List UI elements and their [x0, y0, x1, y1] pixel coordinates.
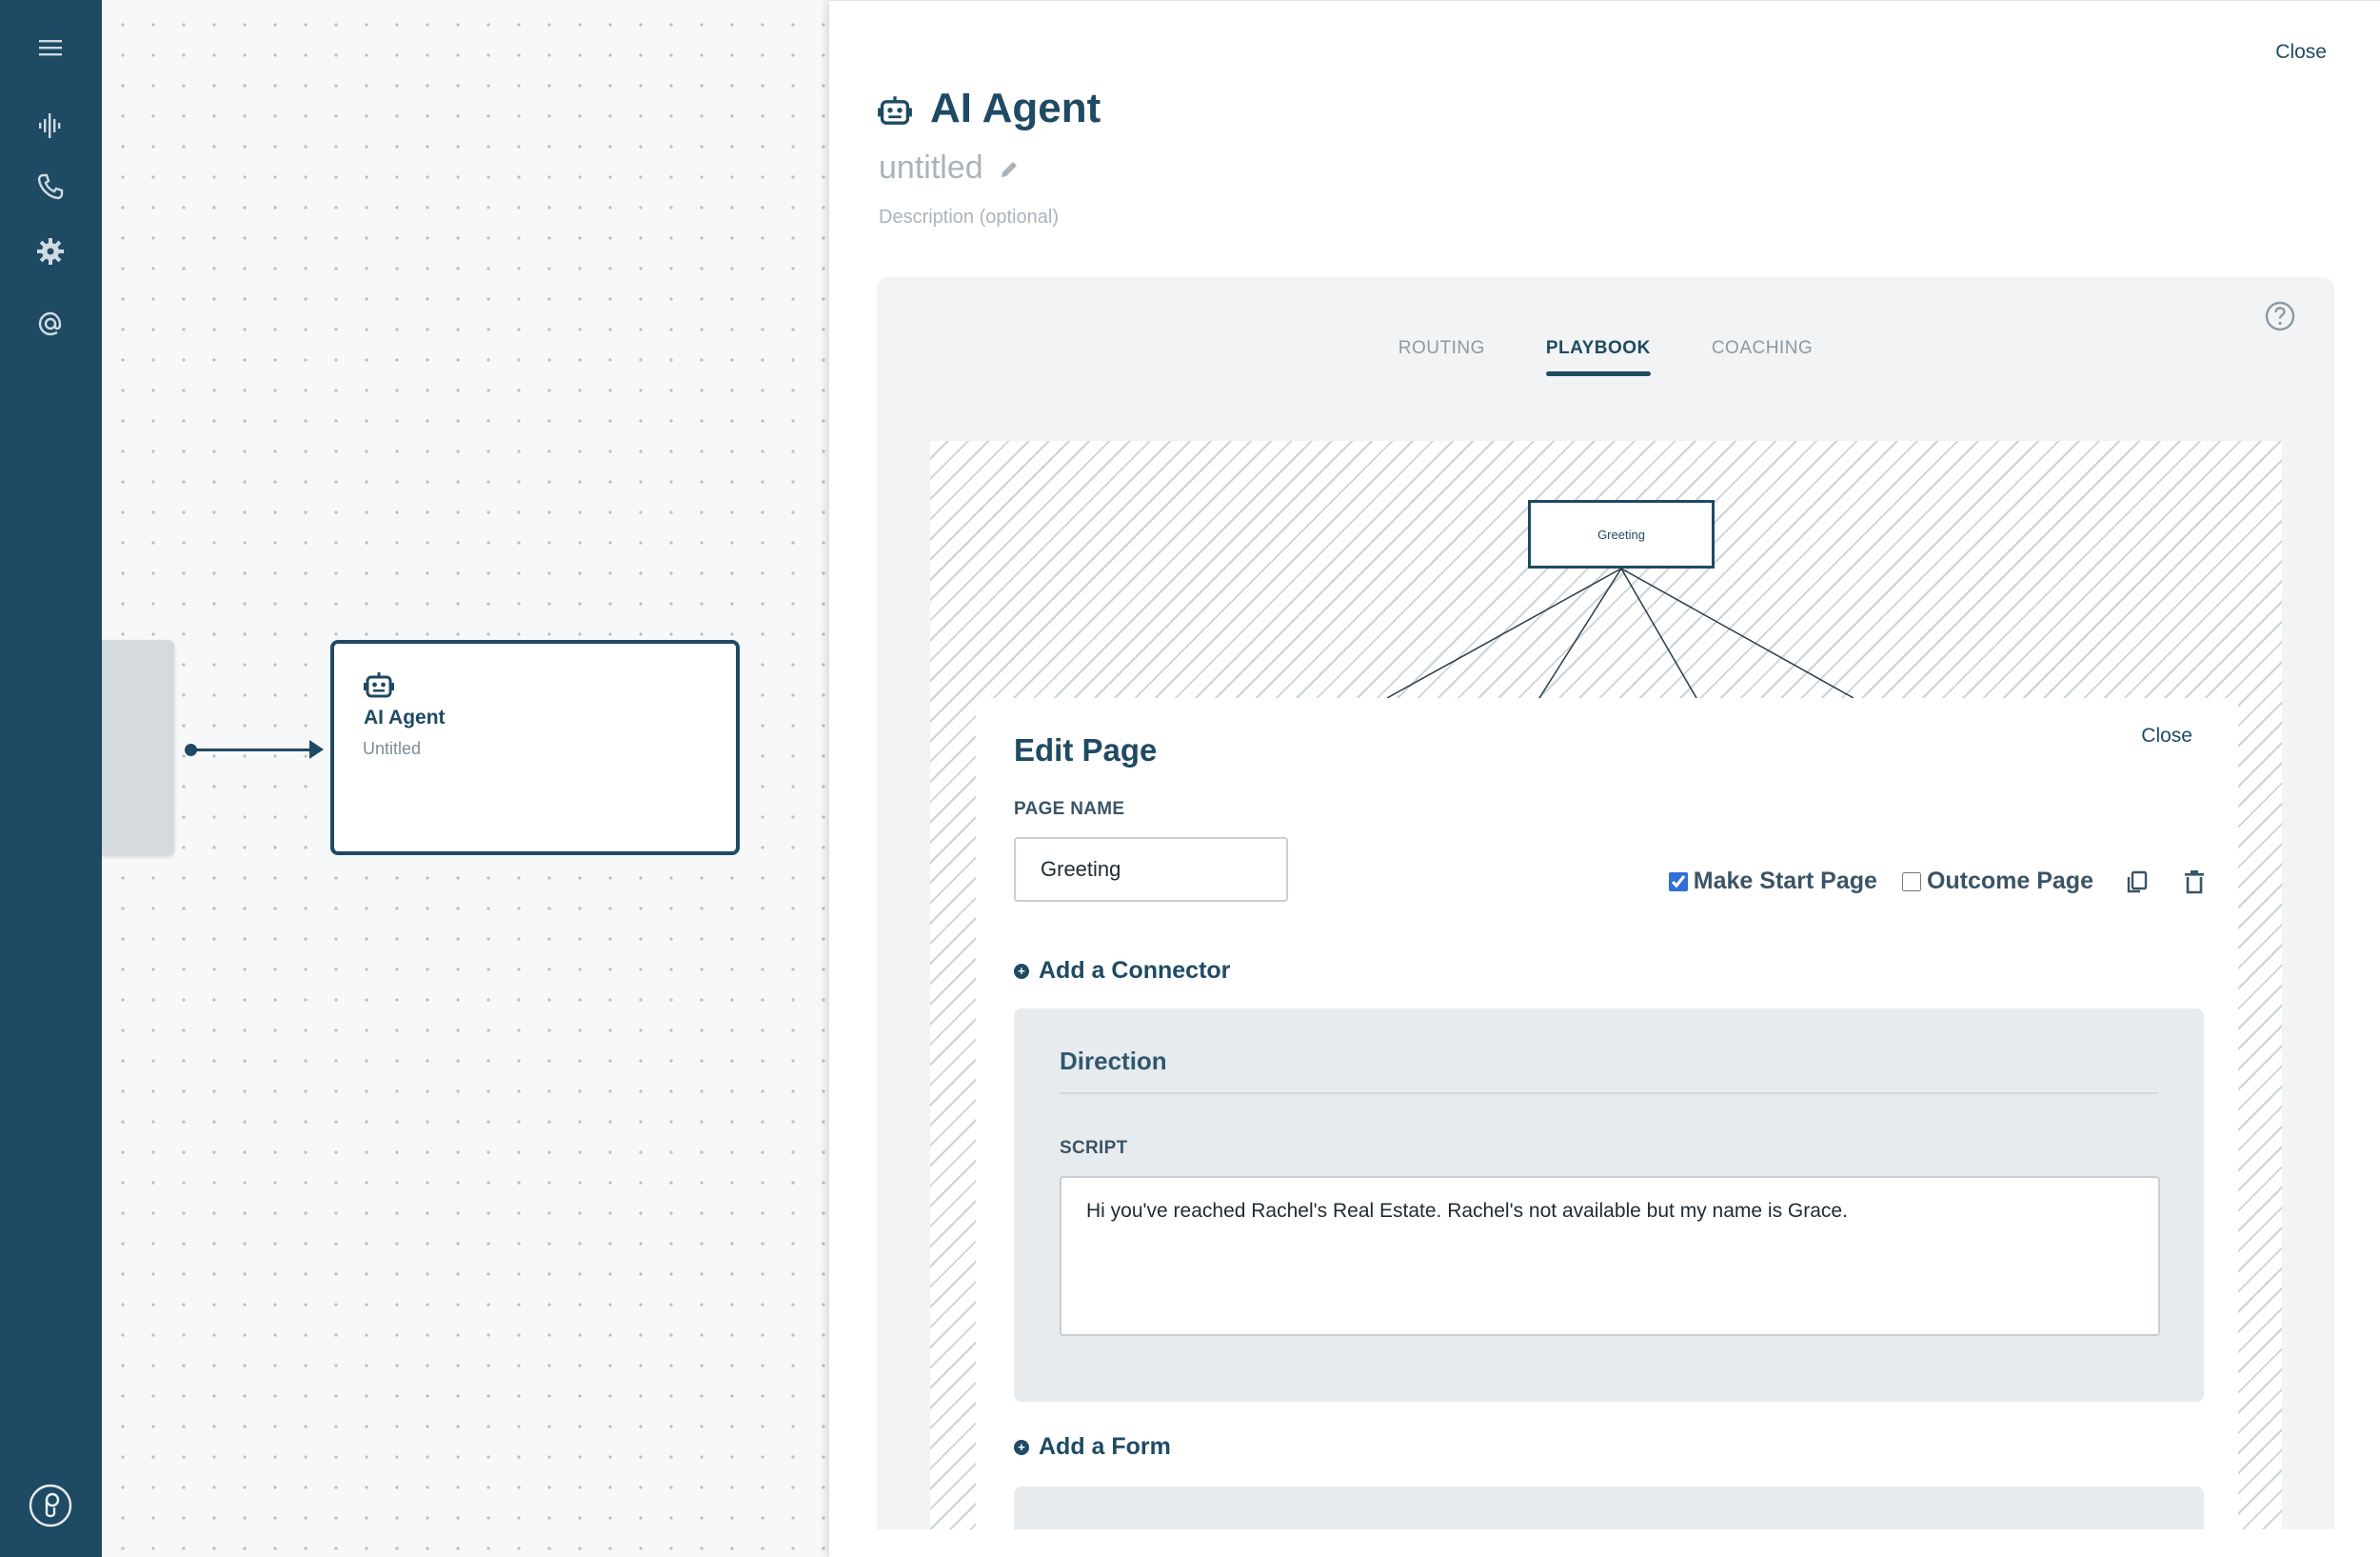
add-connector-label: Add a Connector [1039, 957, 1231, 984]
menu-icon[interactable] [31, 29, 69, 67]
phone-icon[interactable] [31, 168, 69, 206]
ai-agent-panel: Close AI Agent untitled Description (opt… [829, 0, 2380, 1557]
agent-config-card: ROUTING PLAYBOOK COACHING Greeting Edit … [877, 277, 2334, 1529]
tab-playbook[interactable]: PLAYBOOK [1516, 338, 1681, 376]
connector-arrow-head [309, 740, 324, 759]
pencil-icon[interactable] [999, 159, 1020, 180]
page-name-label: PAGE NAME [1014, 799, 1125, 819]
divider [1060, 1092, 2158, 1094]
direction-title: Direction [1060, 1047, 1167, 1075]
panel-footer-space [829, 1529, 2380, 1557]
script-textarea[interactable]: Hi you've reached Rachel's Real Estate. … [1060, 1176, 2160, 1336]
add-form-label: Add a Form [1039, 1433, 1171, 1460]
at-sign-icon[interactable] [31, 305, 69, 343]
ai-agent-node[interactable]: AI Agent Untitled [330, 640, 740, 855]
make-start-page-checkbox[interactable] [1668, 871, 1688, 891]
plus-circle-icon: + [1014, 1439, 1029, 1455]
edit-page-close-button[interactable]: Close [2141, 725, 2192, 748]
previous-node[interactable] [102, 640, 174, 855]
playbook-page-node[interactable]: Greeting [1528, 500, 1715, 569]
waveform-icon[interactable] [31, 107, 69, 145]
panel-close-button[interactable]: Close [2275, 41, 2327, 64]
agent-name-editable[interactable]: untitled [879, 150, 983, 187]
playbook-connector-lines [1386, 568, 1854, 699]
duplicate-icon[interactable] [2124, 868, 2151, 895]
tab-bar: ROUTING PLAYBOOK COACHING [877, 338, 2334, 376]
robot-icon [364, 672, 394, 698]
robot-icon [878, 96, 912, 125]
brand-logo-icon[interactable] [27, 1482, 74, 1529]
edit-page-dialog: Edit Page Close PAGE NAME Make Start Pag… [976, 698, 2238, 1529]
make-start-page-label: Make Start Page [1693, 868, 1877, 894]
nav-rail [0, 0, 102, 1557]
panel-title: AI Agent [930, 85, 1101, 131]
page-options: Make Start Page Outcome Page [1668, 868, 2208, 895]
outcome-page-option[interactable]: Outcome Page [1901, 868, 2093, 895]
node-title: AI Agent [364, 707, 446, 729]
page-name-input[interactable] [1014, 837, 1288, 902]
add-form-button[interactable]: + Add a Form [1014, 1433, 1171, 1461]
script-label: SCRIPT [1060, 1138, 1128, 1158]
form-section [1014, 1487, 2204, 1529]
outcome-page-label: Outcome Page [1926, 868, 2093, 894]
node-subtitle: Untitled [363, 739, 422, 758]
gear-icon[interactable] [31, 232, 69, 270]
description-field[interactable]: Description (optional) [879, 207, 1059, 229]
tab-coaching[interactable]: COACHING [1681, 338, 1843, 359]
outcome-page-checkbox[interactable] [1901, 871, 1921, 891]
tab-routing[interactable]: ROUTING [1368, 338, 1516, 359]
add-connector-button[interactable]: + Add a Connector [1014, 957, 1230, 985]
help-icon[interactable] [2264, 300, 2296, 332]
playbook-canvas[interactable]: Greeting Edit Page Close PAGE NAME Make … [930, 441, 2282, 1529]
delete-icon[interactable] [2181, 868, 2208, 895]
connector-start-dot [185, 744, 197, 756]
direction-section: Direction SCRIPT Hi you've reached Rache… [1014, 1008, 2204, 1402]
plus-circle-icon: + [1014, 963, 1029, 979]
make-start-page-option[interactable]: Make Start Page [1668, 868, 1877, 895]
edit-page-title: Edit Page [1014, 732, 1158, 768]
node-connector [190, 749, 314, 751]
